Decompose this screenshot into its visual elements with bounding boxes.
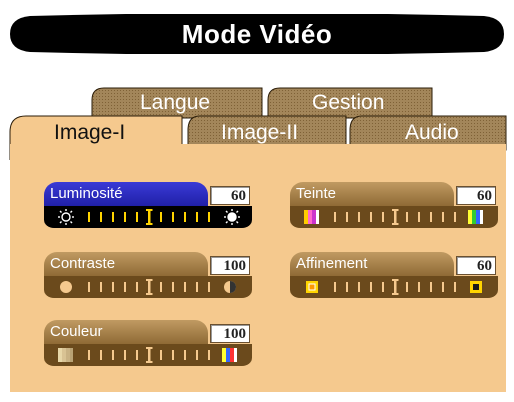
slider-tick [358, 212, 360, 222]
slider-tick [184, 212, 186, 222]
slider-tick [406, 282, 408, 292]
slider-tick [184, 350, 186, 360]
slider-tick [136, 212, 138, 222]
contraste-label: Contraste [50, 255, 116, 272]
slider-tick [370, 212, 372, 222]
slider-tick [358, 282, 360, 292]
slider-tick [136, 350, 138, 360]
slider-tick [88, 282, 90, 292]
tab-image-ii[interactable]: Image-II [221, 120, 298, 146]
slider-tick [196, 282, 198, 292]
slider-tick [346, 212, 348, 222]
tint-left-icon [304, 210, 319, 224]
slider-marker [392, 209, 399, 225]
teinte-slider[interactable] [290, 206, 498, 230]
half-circle-icon [224, 281, 236, 293]
slider-tick [88, 212, 90, 222]
slider-tick [136, 282, 138, 292]
slider-tick [382, 212, 384, 222]
slider-tick [100, 282, 102, 292]
sharp-soft-icon [306, 281, 318, 293]
slider-tick [430, 212, 432, 222]
slider-tick [208, 212, 210, 222]
slider-tick [430, 282, 432, 292]
tab-image-i[interactable]: Image-I [54, 120, 125, 146]
slider-tick [346, 282, 348, 292]
slider-tick [184, 282, 186, 292]
slider-tick [112, 212, 114, 222]
slider-tick [100, 212, 102, 222]
slider-marker [146, 279, 153, 295]
luminosite-label: Luminosité [50, 185, 123, 202]
slider-tick [88, 350, 90, 360]
contraste-slider[interactable] [44, 276, 252, 300]
bottom-strip [10, 392, 506, 402]
tab-gestion[interactable]: Gestion [312, 90, 384, 116]
slider-tick [370, 282, 372, 292]
slider-tick [334, 212, 336, 222]
slider-tick [160, 350, 162, 360]
slider-tick [172, 350, 174, 360]
slider-tick [172, 212, 174, 222]
control-affinement[interactable]: Affinement 60 [290, 252, 500, 300]
slider-tick [124, 212, 126, 222]
control-teinte[interactable]: Teinte 60 [290, 182, 500, 230]
sun-outline-icon [58, 209, 74, 225]
couleur-value: 100 [210, 324, 250, 343]
settings-panel: Luminosité 60 Contraste 100 Couleur 100 … [10, 144, 506, 392]
teinte-value: 60 [456, 186, 496, 205]
circle-filled-icon [60, 281, 72, 293]
affinement-value: 60 [456, 256, 496, 275]
slider-tick [112, 282, 114, 292]
teinte-label: Teinte [296, 185, 337, 202]
control-couleur[interactable]: Couleur 100 [44, 320, 254, 368]
slider-tick [196, 212, 198, 222]
slider-tick [124, 282, 126, 292]
slider-tick [100, 350, 102, 360]
slider-tick [442, 212, 444, 222]
slider-marker [146, 209, 153, 225]
couleur-label: Couleur [50, 323, 103, 340]
color-bright-icon [222, 348, 237, 362]
tab-langue[interactable]: Langue [140, 90, 210, 116]
slider-tick [418, 212, 420, 222]
control-contraste[interactable]: Contraste 100 [44, 252, 254, 300]
slider-tick [454, 212, 456, 222]
color-dim-icon [58, 348, 73, 362]
sun-filled-icon [224, 209, 240, 225]
slider-tick [160, 212, 162, 222]
slider-tick [124, 350, 126, 360]
sharp-hard-icon [470, 281, 482, 293]
tint-right-icon [468, 210, 483, 224]
slider-tick [418, 282, 420, 292]
slider-tick [406, 212, 408, 222]
slider-tick [442, 282, 444, 292]
couleur-slider[interactable] [44, 344, 252, 368]
slider-tick [334, 282, 336, 292]
control-luminosite[interactable]: Luminosité 60 [44, 182, 254, 230]
slider-tick [208, 350, 210, 360]
slider-marker [146, 347, 153, 363]
slider-tick [196, 350, 198, 360]
slider-tick [160, 282, 162, 292]
tab-audio[interactable]: Audio [405, 120, 459, 146]
affinement-label: Affinement [296, 255, 368, 272]
slider-tick [454, 282, 456, 292]
luminosite-slider[interactable] [44, 206, 252, 230]
slider-marker [392, 279, 399, 295]
slider-tick [208, 282, 210, 292]
affinement-slider[interactable] [290, 276, 498, 300]
luminosite-value: 60 [210, 186, 250, 205]
contraste-value: 100 [210, 256, 250, 275]
slider-tick [172, 282, 174, 292]
slider-tick [112, 350, 114, 360]
slider-tick [382, 282, 384, 292]
